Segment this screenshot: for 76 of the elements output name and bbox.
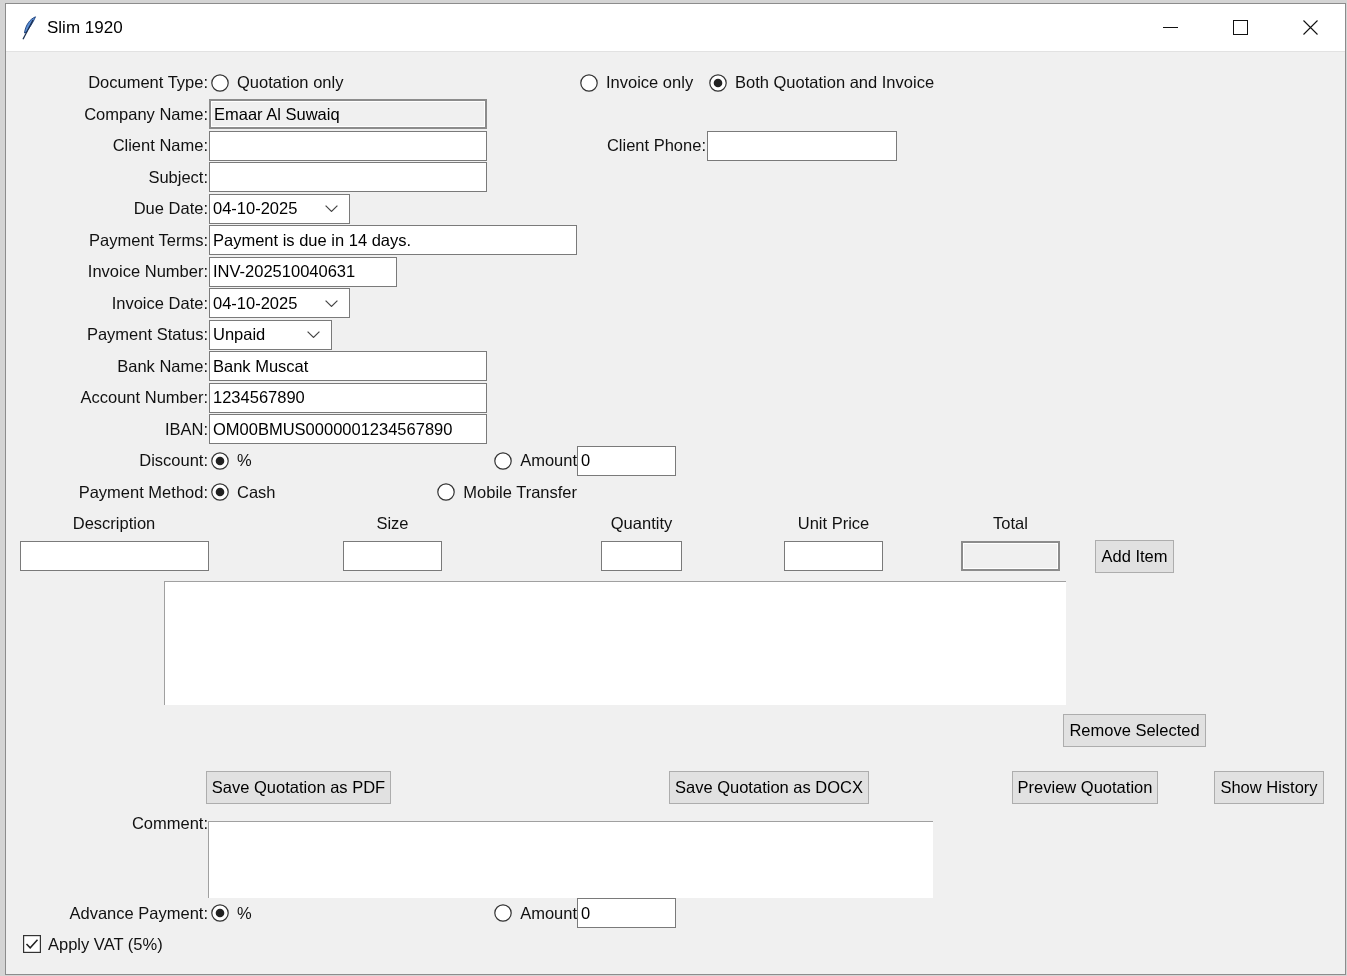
minimize-icon[interactable]: [1162, 27, 1178, 28]
field-label: Company Name:: [84, 103, 208, 125]
text-field[interactable]: 1234567890: [209, 382, 487, 413]
radio-icon[interactable]: [211, 73, 229, 92]
field-label: Client Name:: [112, 135, 208, 157]
remove-selected-button[interactable]: Remove Selected: [1063, 713, 1206, 747]
close-icon[interactable]: [1302, 20, 1318, 35]
radio-option[interactable]: Quotation only: [208, 70, 344, 96]
text-field[interactable]: 0: [577, 445, 676, 476]
field-label: Due Date:: [133, 198, 208, 220]
column-label: Total: [993, 513, 1028, 535]
radio-option[interactable]: Invoice only: [577, 70, 694, 96]
chevron-down-icon[interactable]: [325, 299, 338, 307]
field-label: Advance Payment:: [69, 902, 208, 924]
text-field[interactable]: 0: [577, 898, 676, 928]
text-field[interactable]: [707, 130, 897, 161]
radio-icon[interactable]: [211, 451, 229, 470]
radio-option[interactable]: Mobile Transfer: [437, 479, 577, 505]
radio-option[interactable]: Both Quotation and Invoice: [706, 70, 935, 96]
comment-field[interactable]: [208, 821, 933, 898]
window-title: Slim 1920: [47, 16, 124, 39]
field-label: Invoice Number:: [87, 261, 208, 283]
field-label: Document Type:: [88, 72, 208, 94]
radio-icon[interactable]: [494, 904, 513, 922]
field-label: Subject:: [148, 166, 208, 188]
radio-option[interactable]: %: [208, 900, 252, 926]
field-label: Comment:: [131, 813, 208, 834]
field-label: Invoice Date:: [111, 292, 208, 314]
field-label: Payment Status:: [86, 324, 208, 346]
checkbox-icon[interactable]: [23, 935, 41, 953]
field-label: Bank Name:: [117, 355, 208, 377]
field-label: Payment Terms:: [89, 229, 208, 251]
text-field[interactable]: [19, 541, 209, 571]
text-field[interactable]: Emaar Al Suwaiq: [209, 99, 487, 130]
chevron-down-icon[interactable]: [307, 331, 320, 339]
field-label: Account Number:: [80, 387, 208, 409]
radio-option[interactable]: %: [208, 448, 252, 474]
radio-icon[interactable]: [709, 73, 727, 92]
checkbox-option[interactable]: Apply VAT (5%): [23, 931, 163, 957]
field-label: Payment Method:: [78, 481, 208, 503]
dropdown-field[interactable]: Unpaid: [209, 319, 332, 350]
radio-option[interactable]: Amount: [494, 448, 577, 474]
radio-icon[interactable]: [494, 451, 513, 470]
text-field[interactable]: OM00BMUS0000001234567890: [209, 414, 487, 445]
field-label: Client Phone:: [606, 135, 706, 157]
radio-icon[interactable]: [437, 483, 456, 502]
radio-option[interactable]: Amount: [494, 900, 577, 926]
text-field[interactable]: [961, 541, 1060, 571]
chevron-down-icon[interactable]: [325, 205, 338, 213]
feather-icon: [22, 15, 37, 40]
text-field[interactable]: Payment is due in 14 days.: [209, 225, 577, 256]
text-field[interactable]: [601, 541, 682, 571]
action-button[interactable]: Save Quotation as DOCX: [669, 771, 869, 804]
text-field[interactable]: [784, 541, 883, 571]
radio-icon[interactable]: [580, 73, 598, 92]
action-button[interactable]: Show History: [1214, 771, 1324, 804]
radio-icon[interactable]: [211, 904, 229, 922]
text-field[interactable]: [209, 162, 487, 193]
radio-icon[interactable]: [211, 483, 229, 502]
text-field[interactable]: Bank Muscat: [209, 351, 487, 382]
dropdown-field[interactable]: 04-10-2025: [209, 288, 350, 319]
add-item-button[interactable]: Add Item: [1095, 539, 1174, 573]
action-button[interactable]: Save Quotation as PDF: [205, 771, 392, 804]
column-label: Size: [376, 513, 409, 535]
maximize-icon[interactable]: [1232, 20, 1248, 35]
field-label: Discount:: [139, 450, 208, 472]
text-field[interactable]: INV-202510040631: [209, 256, 397, 287]
column-label: Unit Price: [797, 513, 870, 535]
field-label: IBAN:: [164, 418, 208, 440]
dropdown-field[interactable]: 04-10-2025: [209, 193, 350, 224]
radio-option[interactable]: Cash: [208, 479, 276, 505]
column-label: Quantity: [610, 513, 673, 535]
column-label: Description: [72, 513, 156, 535]
text-field[interactable]: [343, 541, 442, 571]
text-field[interactable]: [209, 130, 487, 161]
action-button[interactable]: Preview Quotation: [1011, 771, 1159, 804]
